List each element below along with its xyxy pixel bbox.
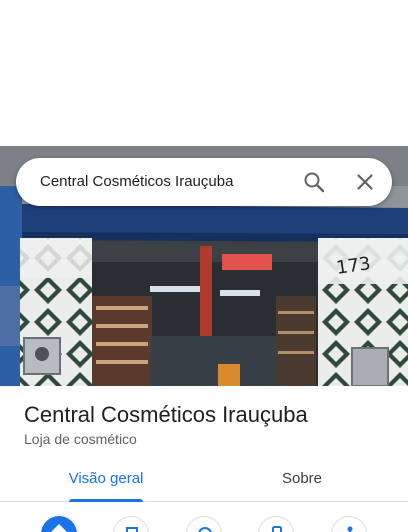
directions-icon [51,524,67,532]
save-icon [126,527,138,532]
close-icon[interactable] [353,170,377,194]
place-tabs: Visão geral Sobre [0,456,408,502]
search-icon[interactable] [302,170,326,194]
save-button[interactable] [113,516,149,532]
nearby-button[interactable] [186,516,222,532]
tab-selected-indicator [69,499,143,502]
phone-button[interactable] [258,516,294,532]
tab-overview-label: Visão geral [68,470,144,487]
tab-about[interactable]: Sobre [236,456,368,502]
nearby-icon [198,527,212,532]
search-bar[interactable]: Central Cosméticos Irauçuba [16,158,392,206]
directions-button[interactable] [41,516,77,532]
tab-about-label: Sobre [281,470,323,487]
tab-overview[interactable]: Visão geral [40,456,172,502]
place-category: Loja de cosmético [24,431,137,447]
place-title: Central Cosméticos Irauçuba [24,402,308,427]
action-buttons [0,516,408,532]
share-icon [347,526,353,532]
phone-icon [272,526,282,532]
share-button[interactable] [331,516,367,532]
search-input[interactable]: Central Cosméticos Irauçuba [40,158,233,206]
